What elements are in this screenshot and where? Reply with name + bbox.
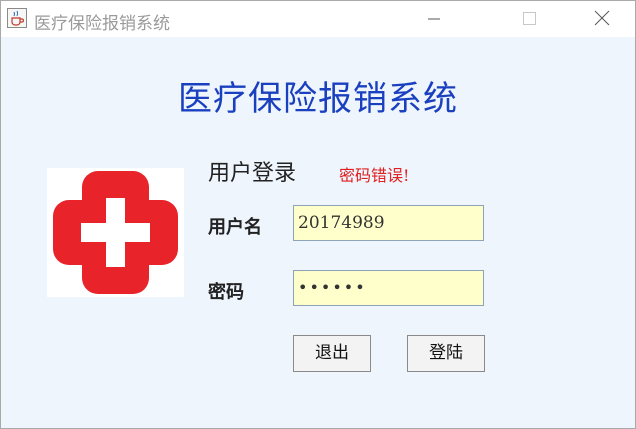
- page-title: 医疗保险报销系统: [178, 79, 458, 119]
- medical-cross-icon: [47, 168, 184, 297]
- java-cup-icon: [7, 8, 27, 28]
- app-window: 医疗保险报销系统 医疗保险报销系统 用户登录 密码错误! 用户名 2017498…: [0, 0, 636, 429]
- error-message: 密码错误!: [339, 166, 410, 185]
- close-button[interactable]: [578, 1, 624, 37]
- password-label: 密码: [208, 282, 244, 303]
- password-input[interactable]: ••••••: [293, 270, 484, 306]
- exit-button[interactable]: 退出: [293, 335, 371, 372]
- minimize-button[interactable]: [411, 1, 457, 37]
- username-input[interactable]: 20174989: [293, 205, 484, 241]
- login-button[interactable]: 登陆: [407, 335, 485, 372]
- close-icon: [594, 10, 610, 26]
- maximize-icon: [523, 12, 536, 25]
- title-bar[interactable]: 医疗保险报销系统: [1, 1, 635, 37]
- minimize-icon: [428, 18, 440, 20]
- maximize-button[interactable]: [506, 1, 552, 37]
- window-title: 医疗保险报销系统: [34, 14, 170, 34]
- login-panel: 医疗保险报销系统 用户登录 密码错误! 用户名 20174989 密码 ••••…: [1, 37, 635, 428]
- username-label: 用户名: [208, 217, 262, 238]
- login-title: 用户登录: [208, 161, 297, 186]
